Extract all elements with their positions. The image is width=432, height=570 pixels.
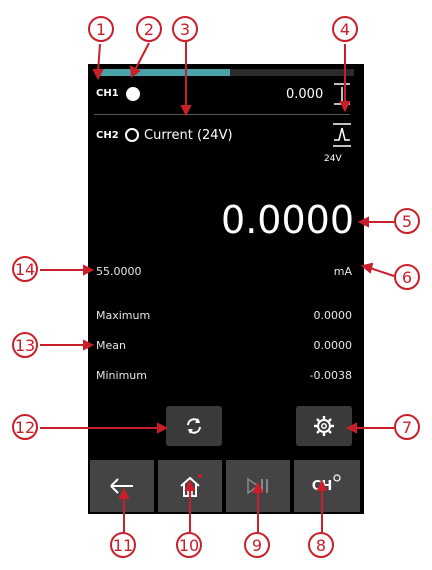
callout-marker: 13 [12, 332, 38, 358]
callout-marker: 9 [244, 532, 270, 558]
callout-marker: 4 [332, 16, 358, 42]
unit-label: mA [333, 265, 352, 278]
callout-marker: 5 [394, 208, 420, 234]
gear-icon [314, 416, 334, 436]
ch2-mode[interactable]: Current (24V) [144, 128, 233, 143]
ch1-progress-bar [96, 69, 354, 76]
callout-marker: 6 [394, 264, 420, 290]
ch2-waveform-icon[interactable] [332, 122, 352, 150]
channel-button[interactable]: CH [294, 460, 360, 512]
stat-value: 0.0000 [313, 309, 353, 322]
stat-value: -0.0038 [309, 369, 352, 382]
arrow-left-icon [110, 478, 133, 494]
callout-marker: 3 [172, 16, 198, 42]
ch1-value: 0.000 [286, 87, 324, 102]
main-reading: 0.0000 [221, 198, 354, 242]
stat-label: Minimum [96, 369, 147, 382]
callout-marker: 7 [394, 414, 420, 440]
row-divider [94, 114, 350, 115]
ch1-range-icon[interactable] [332, 82, 352, 106]
callout-marker: 12 [12, 414, 38, 440]
callout-marker: 8 [308, 532, 334, 558]
callout-marker: 2 [136, 16, 162, 42]
callout-marker: 11 [110, 532, 136, 558]
callout-marker: 14 [12, 256, 38, 282]
channel-button-label: CH [311, 478, 333, 494]
refresh-button[interactable] [166, 406, 222, 446]
home-icon [180, 474, 202, 497]
device-screen: CH1 0.000 CH2 Current (24V) 24V 0.0000 5… [88, 64, 364, 514]
stat-label: Mean [96, 339, 126, 352]
play-pause-button[interactable] [226, 460, 290, 512]
back-button[interactable] [90, 460, 154, 512]
ch2-direction-icon[interactable] [125, 128, 139, 142]
ch2-label: CH2 [96, 130, 119, 141]
home-button[interactable] [158, 460, 222, 512]
ch1-label: CH1 [96, 88, 119, 99]
play-pause-icon [247, 477, 268, 495]
callout-marker: 10 [176, 532, 202, 558]
stat-label: Maximum [96, 309, 151, 322]
settings-button[interactable] [296, 406, 352, 446]
stat-value: 0.0000 [313, 339, 353, 352]
setpoint-value: 55.0000 [96, 265, 142, 278]
ch2-supply: 24V [324, 154, 342, 164]
small-gear-icon [333, 474, 341, 482]
callout-marker: 1 [88, 16, 114, 42]
refresh-icon [187, 418, 201, 434]
ch1-progress-fill [96, 69, 231, 76]
ch1-direction-icon[interactable] [126, 87, 140, 101]
